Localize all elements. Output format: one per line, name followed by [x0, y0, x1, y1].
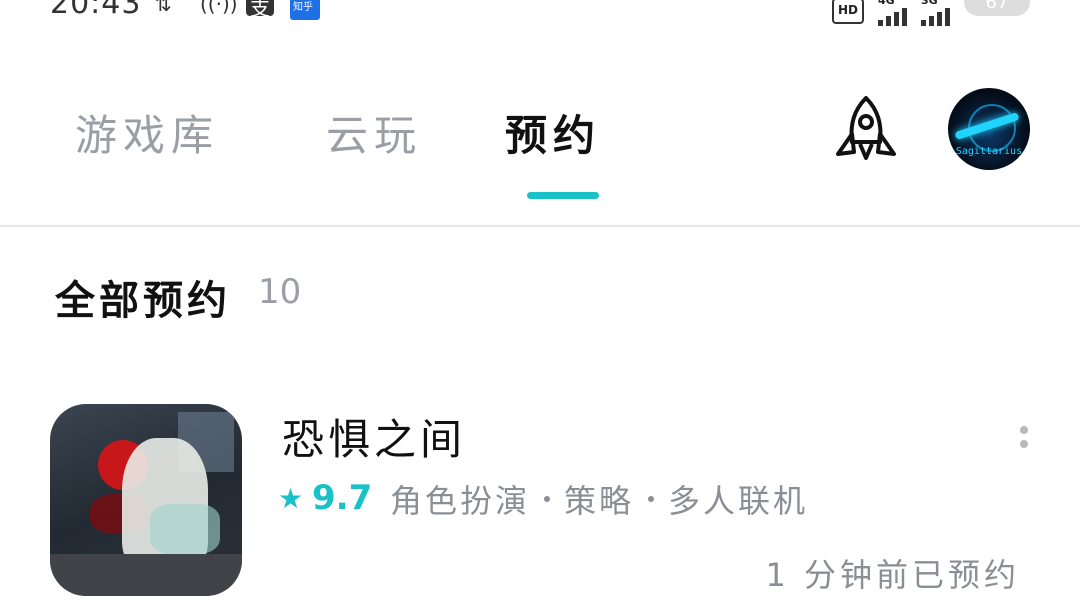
reservation-count: 10: [258, 272, 302, 312]
tab-cloud-play[interactable]: 云玩: [326, 102, 422, 163]
star-icon: ★: [278, 482, 304, 515]
header-divider: [0, 225, 1080, 227]
signal-3g-icon: 3G: [921, 0, 950, 26]
alipay-icon: 支: [246, 0, 274, 20]
section-title: 全部预约: [55, 278, 231, 324]
hd-icon: HD: [832, 0, 864, 24]
tag: 角色扮演: [390, 482, 531, 520]
status-indicators: HD 4G 3G 67: [832, 0, 1030, 26]
status-time: 20:43: [50, 0, 142, 21]
tag-separator: [544, 496, 551, 502]
status-bar: 20:43 ⇅ ((·)) 支 知乎 HD 4G 3G 67: [0, 0, 1080, 28]
more-dot: [1020, 440, 1028, 448]
icon-face-shadow: [150, 504, 220, 554]
active-tab-indicator: [527, 192, 599, 199]
user-avatar[interactable]: Sagittarius: [948, 88, 1030, 170]
tab-reservations[interactable]: 预约: [505, 102, 601, 163]
game-tags: 角色扮演 策略 多人联机: [390, 476, 808, 522]
more-dot: [1020, 426, 1028, 434]
tag-separator: [648, 496, 655, 502]
list-item[interactable]: 恐惧之间 ★ 9.7 角色扮演 策略 多人联机 1 分钟前已预约: [50, 404, 1050, 596]
more-options-button[interactable]: [1014, 420, 1034, 460]
zhihu-label: 知乎: [293, 2, 313, 13]
game-rating: 9.7: [312, 478, 373, 518]
tab-game-library[interactable]: 游戏库: [75, 102, 219, 163]
horror-game-icon[interactable]: [50, 404, 242, 596]
icon-floor: [50, 554, 242, 596]
signal-4g-icon: 4G: [878, 0, 907, 26]
game-title[interactable]: 恐惧之间: [282, 406, 466, 467]
avatar-text: Sagittarius: [955, 146, 1023, 157]
data-transfer-icon: ⇅: [155, 0, 172, 16]
hotspot-icon: ((·)): [200, 0, 238, 16]
battery-icon: 67: [964, 0, 1030, 16]
tag: 策略: [564, 482, 635, 520]
rocket-icon[interactable]: [830, 94, 902, 166]
tag: 多人联机: [668, 482, 809, 520]
zhihu-icon: 知乎: [290, 0, 320, 20]
reserved-time: 1 分钟前已预约: [765, 556, 1020, 594]
